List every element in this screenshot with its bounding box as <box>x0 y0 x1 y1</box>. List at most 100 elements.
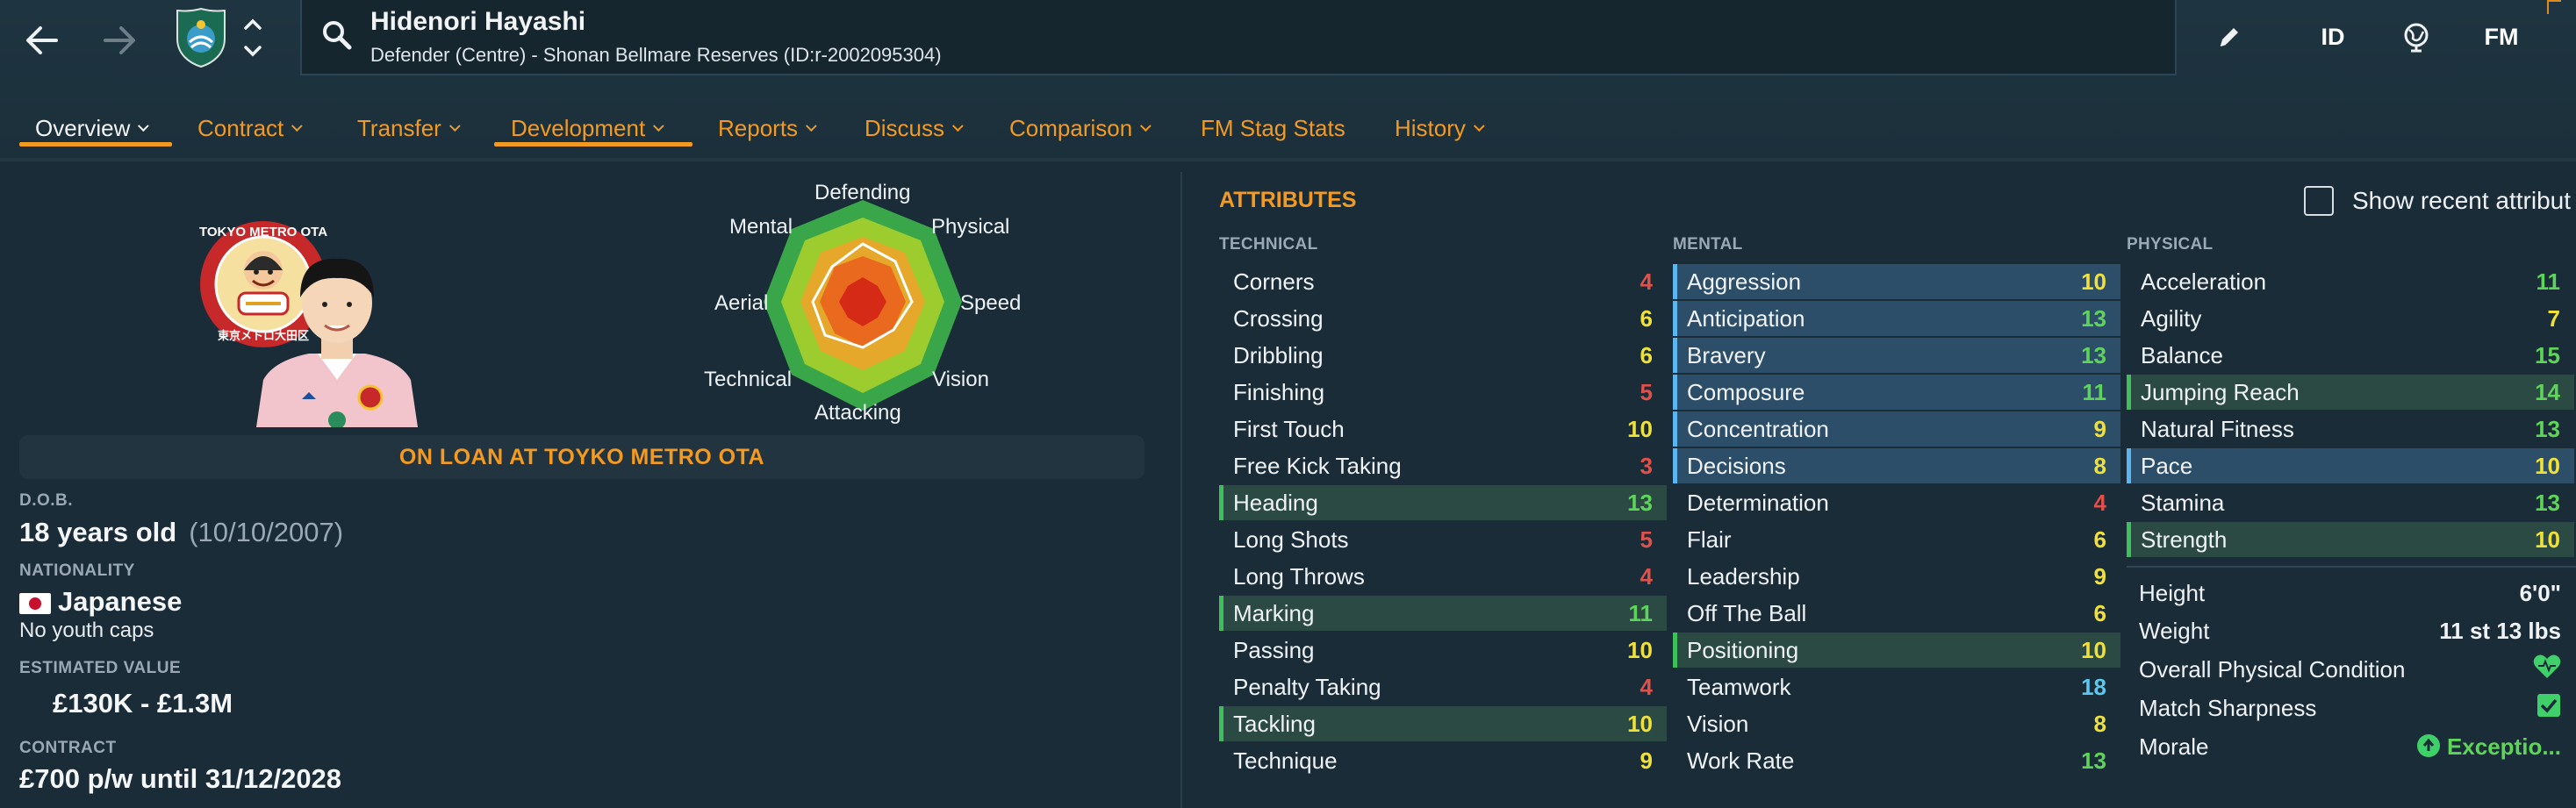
attribute-row[interactable]: Balance 15 <box>2127 338 2574 373</box>
attribute-name: Acceleration <box>2141 268 2267 295</box>
attribute-row[interactable]: Corners 4 <box>1219 264 1667 299</box>
radar-label-aerial: Aerial <box>714 291 769 315</box>
attribute-row[interactable]: Heading 13 <box>1219 485 1667 520</box>
globe-icon[interactable] <box>2396 19 2436 54</box>
radar-label-technical: Technical <box>704 368 793 391</box>
attribute-row[interactable]: Decisions 8 <box>1673 448 2120 483</box>
player-subtitle: Defender (Centre) - Shonan Bellmare Rese… <box>370 44 942 66</box>
attribute-row[interactable]: Acceleration 11 <box>2127 264 2574 299</box>
attribute-name: Aggression <box>1687 268 1802 295</box>
attribute-name: Leadership <box>1687 562 1800 590</box>
attribute-row[interactable]: Finishing 5 <box>1219 375 1667 410</box>
tab-discuss[interactable]: Discuss <box>865 104 964 153</box>
extra-name: Height <box>2139 579 2206 606</box>
attribute-name: Stamina <box>2141 489 2225 516</box>
attribute-row[interactable]: Jumping Reach 14 <box>2127 375 2574 410</box>
attribute-row[interactable]: Flair 6 <box>1673 522 2120 557</box>
attribute-row[interactable]: Concentration 9 <box>1673 411 2120 447</box>
attribute-row[interactable]: Technique 9 <box>1219 743 1667 778</box>
attributes-title: ATTRIBUTES <box>1219 188 1357 212</box>
attribute-row[interactable]: Dribbling 6 <box>1219 338 1667 373</box>
contract-value: £700 p/w until 31/12/2028 <box>19 763 342 794</box>
attribute-value: 8 <box>2093 452 2106 479</box>
attribute-row[interactable]: Anticipation 13 <box>1673 301 2120 336</box>
tab-reports[interactable]: Reports <box>718 104 817 153</box>
player-header: Hidenori Hayashi Defender (Centre) - Sho… <box>0 0 2576 158</box>
attribute-name: Tackling <box>1233 710 1316 737</box>
club-crest-icon[interactable] <box>176 7 226 68</box>
extra-value: Exceptio... <box>2416 733 2561 761</box>
tab-history[interactable]: History <box>1395 104 1485 153</box>
attribute-row[interactable]: Long Shots 5 <box>1219 522 1667 557</box>
attribute-row[interactable]: Agility 7 <box>2127 301 2574 336</box>
physical-extra-row[interactable]: Overall Physical Condition <box>2127 652 2561 687</box>
back-arrow-icon[interactable] <box>18 16 67 65</box>
attribute-name: Agility <box>2141 304 2202 332</box>
attribute-name: Marking <box>1233 599 1315 626</box>
radar-label-mental: Mental <box>729 215 793 239</box>
attribute-row[interactable]: Marking 11 <box>1219 596 1667 631</box>
attribute-row[interactable]: Strength 10 <box>2127 522 2574 557</box>
attribute-row[interactable]: Teamwork 18 <box>1673 669 2120 704</box>
attribute-row[interactable]: Bravery 13 <box>1673 338 2120 373</box>
tab-transfer[interactable]: Transfer <box>357 104 461 153</box>
nationality-value[interactable]: Japanese <box>19 586 182 618</box>
fm-button[interactable]: FM <box>2475 19 2528 54</box>
attribute-name: Anticipation <box>1687 304 1805 332</box>
attribute-row[interactable]: Free Kick Taking 3 <box>1219 448 1667 483</box>
attribute-row[interactable]: Pace 10 <box>2127 448 2574 483</box>
attribute-row[interactable]: Determination 4 <box>1673 485 2120 520</box>
tab-contract[interactable]: Contract <box>197 104 303 153</box>
attribute-name: Determination <box>1687 489 1829 516</box>
attribute-row[interactable]: First Touch 10 <box>1219 411 1667 447</box>
attribute-value: 10 <box>1627 636 1653 663</box>
attribute-name: Penalty Taking <box>1233 673 1381 700</box>
tab-comparison[interactable]: Comparison <box>1009 104 1152 153</box>
forward-arrow-icon[interactable] <box>95 16 144 65</box>
chevron-down-icon[interactable] <box>241 40 264 61</box>
attribute-value: 10 <box>2081 268 2106 295</box>
radar-label-attacking: Attacking <box>814 401 901 425</box>
physical-extra-row[interactable]: Height 6'0" <box>2127 576 2561 611</box>
edit-pencil-icon[interactable] <box>2210 19 2249 54</box>
attribute-row[interactable]: Off The Ball 6 <box>1673 596 2120 631</box>
show-recent-checkbox[interactable] <box>2304 186 2334 216</box>
radar-label-vision: Vision <box>932 368 989 391</box>
attribute-row[interactable]: Work Rate 13 <box>1673 743 2120 778</box>
loan-club-badge-text: TOKYO METRO OTA <box>198 225 328 240</box>
id-button[interactable]: ID <box>2308 19 2357 54</box>
attribute-name: Passing <box>1233 636 1315 663</box>
attribute-value: 8 <box>2093 710 2106 737</box>
physical-extra-row[interactable]: Weight 11 st 13 lbs <box>2127 613 2561 648</box>
tab-fm-stag-stats[interactable]: FM Stag Stats <box>1201 104 1345 153</box>
attribute-value: 9 <box>2093 415 2106 442</box>
attribute-row[interactable]: Leadership 9 <box>1673 559 2120 594</box>
extra-name: Match Sharpness <box>2139 694 2317 721</box>
attribute-row[interactable]: Composure 11 <box>1673 375 2120 410</box>
check-icon <box>2537 693 2561 724</box>
attribute-row[interactable]: Penalty Taking 4 <box>1219 669 1667 704</box>
player-search-box[interactable]: Hidenori Hayashi Defender (Centre) - Sho… <box>300 0 2177 75</box>
attribute-name: Natural Fitness <box>2141 415 2294 442</box>
show-recent-label[interactable]: Show recent attribut <box>2352 187 2571 215</box>
attribute-name: Vision <box>1687 710 1749 737</box>
attribute-row[interactable]: Tackling 10 <box>1219 706 1667 741</box>
attribute-name: Crossing <box>1233 304 1324 332</box>
attribute-name: Concentration <box>1687 415 1829 442</box>
loan-status-badge[interactable]: ON LOAN AT TOYKO METRO OTA <box>19 435 1144 479</box>
physical-extra-row[interactable]: Morale Exceptio... <box>2127 729 2561 764</box>
attribute-value: 10 <box>2535 452 2560 479</box>
physical-extra-row[interactable]: Match Sharpness <box>2127 690 2561 726</box>
attribute-row[interactable]: Crossing 6 <box>1219 301 1667 336</box>
attribute-row[interactable]: Positioning 10 <box>1673 633 2120 668</box>
attribute-row[interactable]: Passing 10 <box>1219 633 1667 668</box>
attribute-row[interactable]: Stamina 13 <box>2127 485 2574 520</box>
attribute-row[interactable]: Long Throws 4 <box>1219 559 1667 594</box>
attribute-value: 5 <box>1640 526 1653 553</box>
attribute-row[interactable]: Natural Fitness 13 <box>2127 411 2574 447</box>
attribute-row[interactable]: Vision 8 <box>1673 706 2120 741</box>
chevron-up-icon[interactable] <box>241 14 264 35</box>
attribute-name: Corners <box>1233 268 1315 295</box>
attribute-row[interactable]: Aggression 10 <box>1673 264 2120 299</box>
extra-name: Weight <box>2139 617 2210 644</box>
